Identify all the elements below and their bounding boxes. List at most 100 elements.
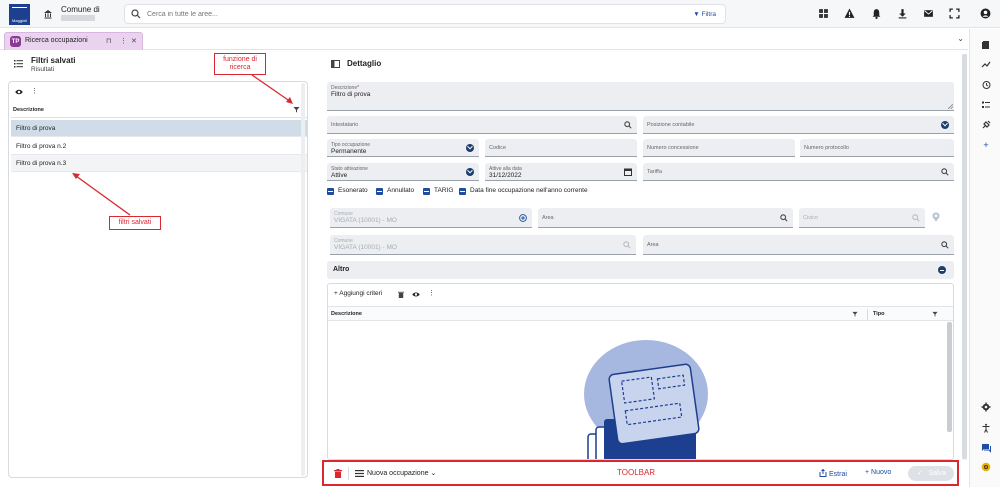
tab-label: Ricerca occupazioni xyxy=(25,37,88,44)
tarig-checkbox[interactable] xyxy=(423,188,430,195)
checklist-icon[interactable] xyxy=(980,99,992,111)
left-scrollbar[interactable] xyxy=(301,83,305,476)
attive-alla-data-field[interactable]: Attive alla data 31/12/2022 xyxy=(485,163,637,181)
intestatario-field[interactable]: Intestatario xyxy=(327,116,637,134)
numero-concessione-field[interactable]: Numero concessione xyxy=(643,139,795,157)
saved-filter-row[interactable]: Filtro di prova xyxy=(11,120,307,137)
data-fine-checkbox[interactable] xyxy=(459,188,466,195)
pin-icon[interactable]: ⊓ xyxy=(106,37,111,45)
descrizione-field[interactable]: Descrizione* Filtro di prova xyxy=(327,82,954,111)
dropdown-circle-icon[interactable] xyxy=(466,168,474,176)
book-icon[interactable] xyxy=(980,39,992,51)
bell-icon[interactable] xyxy=(870,7,882,19)
accessibility-icon[interactable] xyxy=(980,422,992,434)
dropdown-circle-icon[interactable] xyxy=(941,121,949,129)
fullscreen-icon[interactable] xyxy=(948,7,960,19)
tab-app-icon: TP xyxy=(10,36,21,47)
map-pin-icon[interactable] xyxy=(932,212,940,222)
filter-button[interactable]: ▼ Filtra xyxy=(688,8,721,21)
detail-scrollbar[interactable] xyxy=(962,54,967,460)
detail-scrollbar-thumb[interactable] xyxy=(962,54,967,459)
history-icon[interactable] xyxy=(980,79,992,91)
more-icon[interactable]: ⋮ xyxy=(31,87,38,95)
delete-icon[interactable] xyxy=(334,469,342,478)
tab-ricerca-occupazioni[interactable]: TP Ricerca occupazioni ⊓ ⋮ ✕ xyxy=(4,32,143,50)
maggioli-logo[interactable]: Maggioli xyxy=(9,4,30,25)
search-icon[interactable] xyxy=(623,241,631,249)
column-filter-icon[interactable] xyxy=(932,311,938,317)
altro-section-header[interactable]: Altro xyxy=(327,261,954,279)
mail-icon[interactable] xyxy=(922,7,934,19)
grid-icon[interactable] xyxy=(817,7,829,19)
settings-icon[interactable] xyxy=(980,401,992,413)
area-field-2[interactable]: Area xyxy=(643,235,954,255)
esonerato-checkbox[interactable] xyxy=(327,188,334,195)
menu-icon[interactable] xyxy=(355,470,364,477)
trend-icon[interactable] xyxy=(980,59,992,71)
add-circle-icon[interactable] xyxy=(519,214,527,222)
trash-icon[interactable] xyxy=(398,291,404,298)
resize-handle-icon[interactable] xyxy=(948,104,953,109)
collapse-icon[interactable] xyxy=(938,266,946,274)
calendar-icon[interactable] xyxy=(624,168,632,176)
warning-icon[interactable] xyxy=(843,7,855,19)
chat-icon[interactable] xyxy=(980,442,992,454)
tab-bar: TP Ricerca occupazioni ⊓ ⋮ ✕ ⌄ xyxy=(0,29,968,50)
column-header-descrizione[interactable]: Descrizione xyxy=(331,311,362,317)
add-icon[interactable]: + xyxy=(980,139,992,151)
nuovo-button[interactable]: + Nuovo xyxy=(865,469,891,476)
criteria-panel: + Aggiungi criteri ⋮ Descrizione Tipo xyxy=(327,283,954,460)
tipo-occupazione-field[interactable]: Tipo occupazione Permanente xyxy=(327,139,479,157)
tab-more-icon[interactable]: ⋮ xyxy=(120,37,127,45)
comune-field-1[interactable]: Comune VIGATA (10001) - MO xyxy=(330,208,532,228)
comune-field-2[interactable]: Comune VIGATA (10001) - MO xyxy=(330,235,636,255)
toolbar: Nuova occupazione ⌄ TOOLBAR Estrai + Nuo… xyxy=(322,460,959,486)
add-criteria-button[interactable]: + Aggiungi criteri xyxy=(334,290,382,297)
support-icon[interactable] xyxy=(980,461,992,473)
search-input[interactable] xyxy=(147,8,647,21)
saved-filter-row[interactable]: Filtro di prova n.3 xyxy=(11,155,307,172)
column-header-tipo[interactable]: Tipo xyxy=(873,311,885,317)
list-icon xyxy=(14,60,23,68)
column-divider[interactable] xyxy=(867,309,868,320)
close-icon[interactable]: ✕ xyxy=(131,37,137,45)
dropdown-circle-icon[interactable] xyxy=(466,144,474,152)
posizione-contabile-label: Posizione contabile xyxy=(647,122,695,128)
estrai-button[interactable]: Estrai xyxy=(819,469,847,478)
user-icon[interactable] xyxy=(979,7,991,19)
column-header-descrizione[interactable]: Descrizione xyxy=(13,107,44,113)
numero-protocollo-field[interactable]: Numero protocollo xyxy=(800,139,954,157)
eye-icon[interactable] xyxy=(412,291,420,298)
chevron-down-icon[interactable]: ⌄ xyxy=(957,34,964,43)
salva-button[interactable]: Salva xyxy=(908,466,954,481)
tariffa-field[interactable]: Tariffa xyxy=(643,163,954,181)
global-search: ▼ Filtra xyxy=(124,4,726,24)
panel-icon xyxy=(331,60,340,68)
more-icon[interactable]: ⋮ xyxy=(428,289,435,297)
civico-field[interactable]: Civico xyxy=(799,208,925,228)
search-icon[interactable] xyxy=(941,168,949,176)
stato-attivazione-field[interactable]: Stato attivazione Attive xyxy=(327,163,479,181)
download-icon[interactable] xyxy=(896,7,908,19)
new-occupation-button[interactable]: Nuova occupazione ⌄ xyxy=(367,469,436,477)
search-icon[interactable] xyxy=(941,241,949,249)
comune-value: VIGATA (10001) - MO xyxy=(334,217,397,224)
search-icon[interactable] xyxy=(624,121,632,129)
numero-protocollo-label: Numero protocollo xyxy=(804,145,849,151)
annullato-checkbox[interactable] xyxy=(376,188,383,195)
area-field-1[interactable]: Area xyxy=(538,208,793,228)
codice-field[interactable]: Codice xyxy=(485,139,637,157)
data-fine-label: Data fine occupazione nell'anno corrente xyxy=(470,187,588,194)
saved-filter-row[interactable]: Filtro di prova n.2 xyxy=(11,138,307,155)
criteria-scrollbar[interactable] xyxy=(947,322,952,432)
posizione-contabile-field[interactable]: Posizione contabile xyxy=(643,116,954,134)
column-filter-icon[interactable] xyxy=(852,311,858,317)
civico-label: Civico xyxy=(803,215,818,221)
detail-title: Dettaglio xyxy=(347,59,382,68)
filter-icon: ▼ xyxy=(693,11,700,18)
eye-icon[interactable] xyxy=(15,88,23,96)
column-filter-icon[interactable] xyxy=(293,106,300,113)
search-icon[interactable] xyxy=(912,214,920,222)
search-icon[interactable] xyxy=(780,214,788,222)
plugin-icon[interactable] xyxy=(980,119,992,131)
